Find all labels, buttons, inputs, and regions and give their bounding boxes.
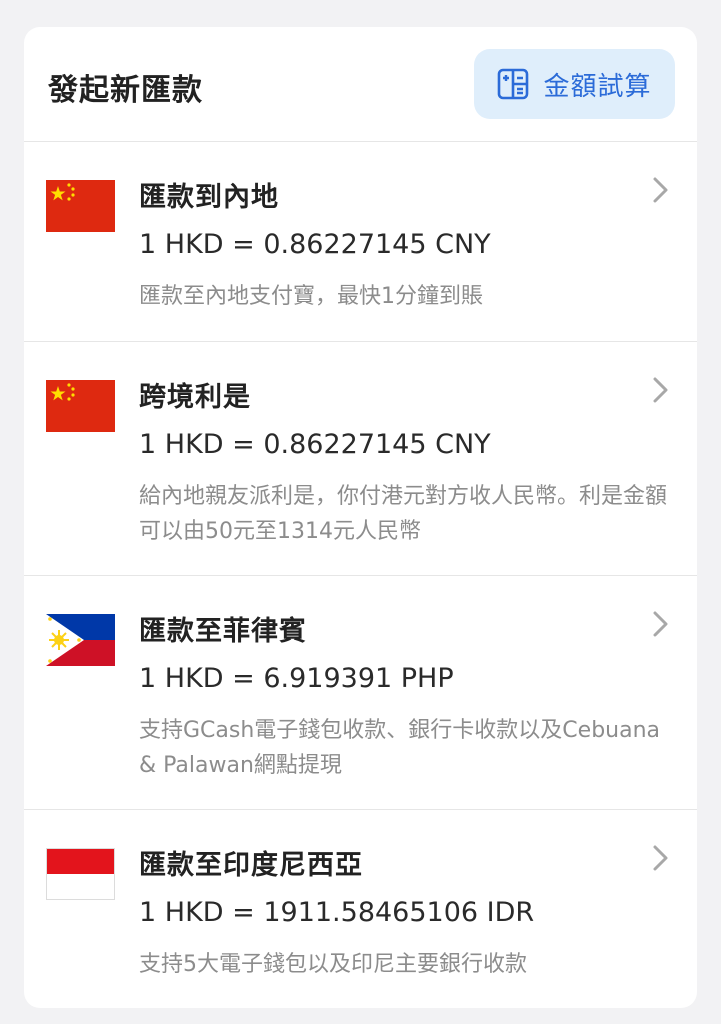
option-title: 跨境利是 xyxy=(139,382,251,413)
remittance-option-red-packet[interactable]: 跨境利是 1 HKD = 0.86227145 CNY 給內地親友派利是，你付港… xyxy=(24,342,697,576)
exchange-rate: 1 HKD = 1911.58465106 IDR xyxy=(139,897,535,928)
amount-calculator-label: 金額試算 xyxy=(543,71,652,102)
exchange-rate: 1 HKD = 0.86227145 CNY xyxy=(139,429,491,460)
china-flag-icon xyxy=(46,180,115,232)
exchange-rate: 1 HKD = 6.919391 PHP xyxy=(139,663,454,694)
card-header: 發起新匯款 金額試算 xyxy=(24,27,697,142)
option-description: 支持5大電子錢包以及印尼主要銀行收款 xyxy=(139,952,527,977)
exchange-rate: 1 HKD = 0.86227145 CNY xyxy=(139,229,491,260)
remittance-option-indonesia[interactable]: 匯款至印度尼西亞 1 HKD = 1911.58465106 IDR 支持5大電… xyxy=(24,810,697,1008)
china-flag-icon xyxy=(46,380,115,432)
remittance-option-mainland[interactable]: 匯款到內地 1 HKD = 0.86227145 CNY 匯款至內地支付寶，最快… xyxy=(24,142,697,342)
option-title: 匯款至印度尼西亞 xyxy=(139,850,363,881)
chevron-right-icon xyxy=(648,843,674,873)
option-description: 支持GCash電子錢包收款、銀行卡收款以及Cebuana & Palawan網點… xyxy=(139,718,661,778)
option-title: 匯款到內地 xyxy=(139,182,279,213)
chevron-right-icon xyxy=(648,375,674,405)
option-description: 匯款至內地支付寶，最快1分鐘到賬 xyxy=(139,284,483,309)
chevron-right-icon xyxy=(648,175,674,205)
indonesia-flag-icon xyxy=(46,848,115,900)
remittance-option-philippines[interactable]: 匯款至菲律賓 1 HKD = 6.919391 PHP 支持GCash電子錢包收… xyxy=(24,576,697,810)
philippines-flag-icon xyxy=(46,614,115,666)
page-title: 發起新匯款 xyxy=(48,73,203,108)
option-title: 匯款至菲律賓 xyxy=(139,616,307,647)
amount-calculator-button[interactable]: 金額試算 xyxy=(474,49,675,119)
chevron-right-icon xyxy=(648,609,674,639)
option-description: 給內地親友派利是，你付港元對方收人民幣。利是金額可以由50元至1314元人民幣 xyxy=(139,484,668,544)
calculator-icon xyxy=(497,68,529,100)
remittance-card: 發起新匯款 金額試算 匯款到內地 1 HKD = 0.86227145 CNY … xyxy=(24,27,697,1008)
